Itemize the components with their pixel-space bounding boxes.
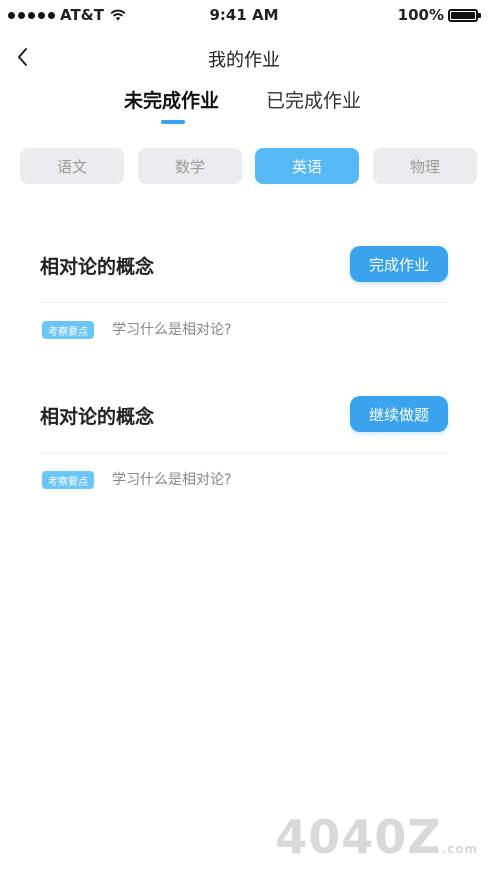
divider bbox=[40, 302, 448, 303]
homework-description: 学习什么是相对论? bbox=[112, 472, 232, 488]
tab-indicator bbox=[161, 120, 185, 124]
subject-chip-english[interactable]: 英语 bbox=[255, 148, 359, 184]
subject-chip-chinese[interactable]: 语文 bbox=[20, 148, 124, 184]
watermark-text: 4040Z bbox=[275, 810, 442, 864]
divider bbox=[40, 452, 448, 453]
homework-title: 相对论的概念 bbox=[40, 256, 155, 278]
battery-icon bbox=[448, 8, 481, 22]
status-right: 100% bbox=[397, 6, 481, 24]
tab-incomplete[interactable]: 未完成作业 bbox=[124, 86, 219, 113]
battery-label: 100% bbox=[397, 6, 444, 24]
homework-tabs: 未完成作业 已完成作业 bbox=[0, 86, 488, 126]
status-bar: AT&T 9:41 AM 100% bbox=[0, 0, 488, 30]
complete-homework-button[interactable]: 完成作业 bbox=[350, 246, 448, 282]
homework-description: 学习什么是相对论? bbox=[112, 322, 232, 338]
key-points-tag: 考察要点 bbox=[42, 471, 94, 489]
continue-questions-button[interactable]: 继续做题 bbox=[350, 396, 448, 432]
watermark-suffix: .com bbox=[441, 842, 478, 856]
subject-chip-math[interactable]: 数学 bbox=[138, 148, 242, 184]
page-title: 我的作业 bbox=[208, 50, 280, 71]
subject-filter: 语文 数学 英语 物理 bbox=[20, 148, 477, 184]
homework-title: 相对论的概念 bbox=[40, 406, 155, 428]
homework-card: 相对论的概念 完成作业 考察要点 学习什么是相对论? bbox=[40, 242, 448, 352]
homework-card: 相对论的概念 继续做题 考察要点 学习什么是相对论? bbox=[40, 392, 448, 502]
watermark-logo: 4040Z.com bbox=[275, 810, 478, 864]
subject-chip-physics[interactable]: 物理 bbox=[373, 148, 477, 184]
key-points-tag: 考察要点 bbox=[42, 321, 94, 339]
battery-fill bbox=[451, 11, 475, 19]
nav-bar: 我的作业 bbox=[0, 38, 488, 78]
tab-completed[interactable]: 已完成作业 bbox=[266, 86, 361, 113]
